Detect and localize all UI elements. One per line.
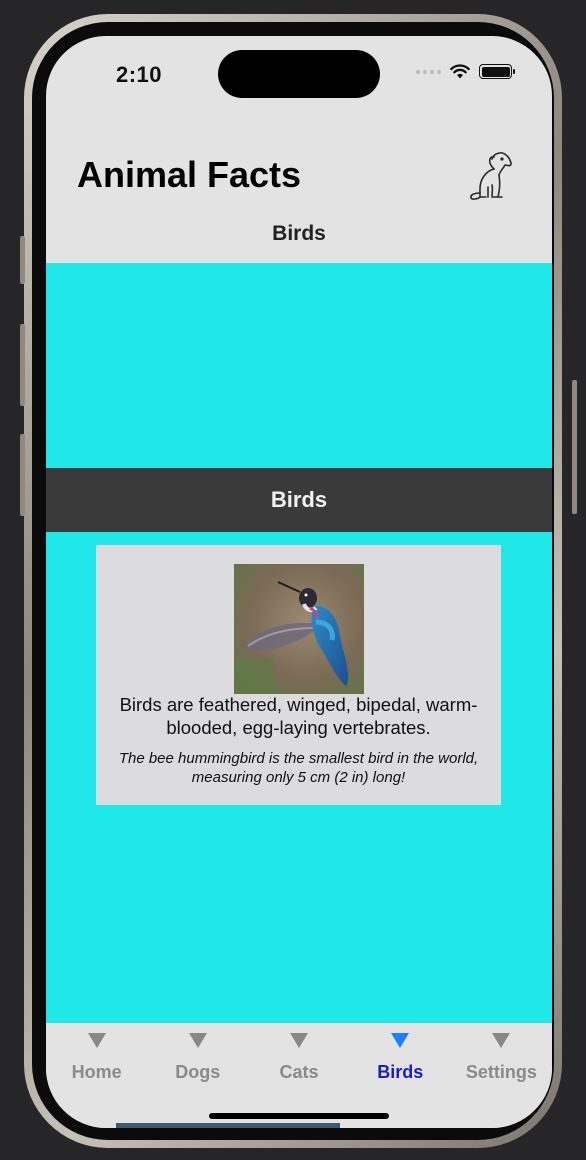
wifi-icon [450, 64, 470, 79]
dynamic-island [218, 50, 380, 98]
bird-fun-fact: The bee hummingbird is the smallest bird… [118, 750, 479, 786]
volume-up-button [20, 324, 25, 406]
bird-description: Birds are feathered, winged, bipedal, wa… [119, 694, 478, 738]
cellular-signal-icon [416, 69, 441, 74]
tab-arrow-icon [87, 1033, 106, 1048]
battery-icon [479, 64, 515, 79]
power-button [572, 380, 577, 514]
category-banner-title: Birds [270, 487, 328, 512]
content-area: Birds are feathered, winged, bipedal, wa… [46, 532, 552, 1023]
status-icons [416, 64, 515, 79]
dog-icon[interactable] [466, 149, 514, 201]
tab-arrow-icon [290, 1033, 308, 1048]
tab-arrow-icon [188, 1033, 207, 1048]
page-title: Animal Facts [77, 154, 302, 195]
tab-label: Settings [465, 1062, 537, 1082]
tab-label: Dogs [175, 1062, 221, 1082]
section-title: Birds [272, 222, 326, 245]
tab-label: Home [71, 1062, 122, 1082]
fact-card: Birds are feathered, winged, bipedal, wa… [96, 545, 501, 805]
tab-arrow-icon [391, 1033, 410, 1048]
hummingbird-photo [234, 564, 364, 694]
status-time: 2:10 [116, 62, 163, 87]
action-button [20, 236, 25, 284]
bottom-strip [116, 1123, 340, 1128]
tab-label: Cats [279, 1062, 319, 1082]
category-banner: Birds [46, 468, 552, 532]
tab-settings[interactable]: Settings [451, 1023, 552, 1128]
volume-down-button [20, 434, 25, 516]
tab-arrow-icon [492, 1033, 511, 1048]
tab-home[interactable]: Home [46, 1023, 147, 1128]
home-indicator[interactable] [209, 1113, 389, 1119]
tab-label: Birds [377, 1062, 424, 1082]
screen: 2:10 Animal Facts Birds Birds Birds are … [46, 36, 552, 1128]
content-top-area [46, 263, 552, 468]
